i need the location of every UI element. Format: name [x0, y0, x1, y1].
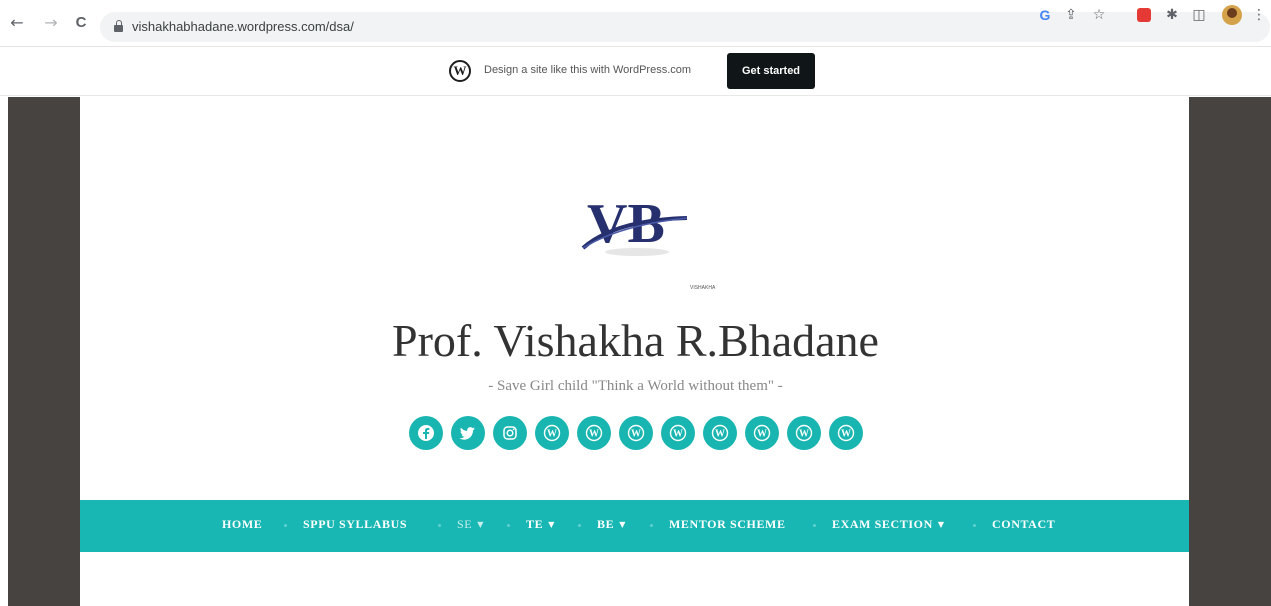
chevron-down-icon: ▼	[477, 520, 484, 529]
svg-text:W: W	[715, 429, 725, 440]
logo-text: VB	[587, 193, 665, 255]
chevron-down-icon: ▼	[619, 520, 626, 529]
share-icon[interactable]: ⇪	[1062, 6, 1080, 24]
site-title[interactable]: Prof. Vishakha R.Bhadane	[0, 314, 1271, 367]
menu-separator	[578, 524, 581, 527]
site-logo[interactable]: VB	[575, 180, 695, 270]
back-icon[interactable]: ←	[8, 14, 26, 32]
menu-separator	[973, 524, 976, 527]
main-navigation: HOME SPPU SYLLABUS SE ▼ TE ▼ BE ▼ MENTOR SC…	[80, 500, 1189, 552]
menu-item-home[interactable]: HOME	[222, 517, 262, 532]
url-text[interactable]: vishakhabhadane.wordpress.com/dsa/	[132, 19, 354, 34]
menu-item-se[interactable]: SE ▼	[457, 517, 484, 532]
profile-avatar[interactable]	[1222, 5, 1242, 25]
chevron-down-icon: ▼	[548, 520, 555, 529]
wordpress-icon[interactable]: W	[745, 416, 779, 450]
get-started-button[interactable]: Get started	[727, 53, 815, 89]
svg-text:W: W	[547, 429, 557, 440]
wordpress-icon[interactable]: W	[619, 416, 653, 450]
logo-caption: VISHAKHA	[690, 285, 716, 291]
menu-item-sppu-syllabus[interactable]: SPPU SYLLABUS	[303, 517, 407, 532]
wordpress-icon[interactable]: W	[577, 416, 611, 450]
svg-text:W: W	[589, 429, 599, 440]
menu-item-mentor-scheme[interactable]: MENTOR SCHEME	[669, 517, 786, 532]
extension-red-icon[interactable]	[1137, 8, 1151, 22]
wordpress-logo-icon[interactable]: W	[449, 60, 471, 82]
google-icon[interactable]: G	[1036, 6, 1054, 24]
facebook-icon[interactable]	[409, 416, 443, 450]
instagram-icon[interactable]	[493, 416, 527, 450]
wordpress-icon[interactable]: W	[787, 416, 821, 450]
menu-item-exam-section[interactable]: EXAM SECTION ▼	[832, 517, 945, 532]
browser-toolbar: ← → C vishakhabhadane.wordpress.com/dsa/…	[0, 0, 1271, 47]
site-tagline: - Save Girl child "Think a World without…	[488, 378, 783, 394]
svg-text:W: W	[631, 429, 641, 440]
menu-separator	[813, 524, 816, 527]
menu-separator	[438, 524, 441, 527]
menu-item-be[interactable]: BE ▼	[597, 517, 626, 532]
wordpress-icon[interactable]: W	[829, 416, 863, 450]
menu-separator	[284, 524, 287, 527]
wordpress-icon[interactable]: W	[661, 416, 695, 450]
reload-icon[interactable]: C	[72, 14, 90, 32]
lock-icon[interactable]	[114, 20, 123, 32]
chevron-down-icon: ▼	[937, 520, 945, 529]
wordpress-promo-text[interactable]: Design a site like this with WordPress.c…	[484, 64, 691, 76]
menu-icon[interactable]: ⋮	[1250, 6, 1268, 24]
svg-text:W: W	[799, 429, 809, 440]
forward-icon[interactable]: →	[42, 14, 60, 32]
svg-text:W: W	[673, 429, 683, 440]
menu-item-te[interactable]: TE ▼	[526, 517, 555, 532]
wordpress-icon[interactable]: W	[703, 416, 737, 450]
puzzle-icon[interactable]: ✱	[1163, 6, 1181, 24]
wordpress-icon[interactable]: W	[535, 416, 569, 450]
wordpress-banner: W Design a site like this with WordPress…	[0, 47, 1271, 96]
twitter-icon[interactable]	[451, 416, 485, 450]
menu-separator	[507, 524, 510, 527]
menu-separator	[650, 524, 653, 527]
star-icon[interactable]: ☆	[1090, 6, 1108, 24]
svg-text:W: W	[841, 429, 851, 440]
svg-text:W: W	[757, 429, 767, 440]
menu-item-contact[interactable]: CONTACT	[992, 517, 1055, 532]
sidepanel-icon[interactable]: ◫	[1190, 6, 1208, 24]
